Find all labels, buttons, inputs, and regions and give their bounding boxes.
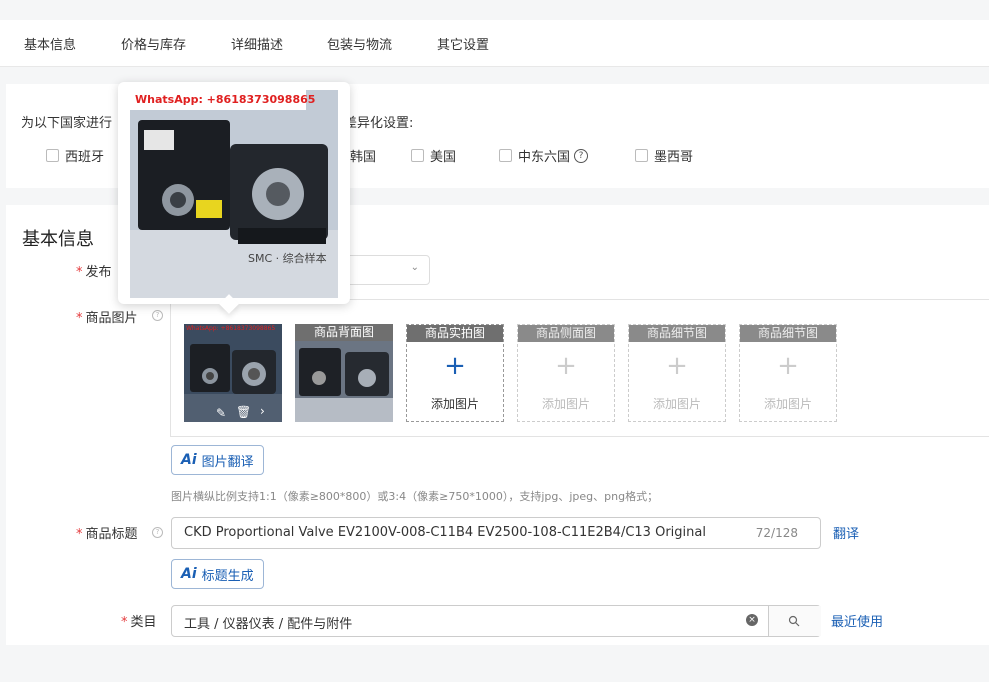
add-image-label: 添加图片 [541,397,590,411]
ai-icon: Ai [181,566,197,582]
add-image-label: 添加图片 [763,397,812,411]
checkbox[interactable] [499,149,512,162]
country-option-usa[interactable]: 美国 [411,146,456,165]
preview-photo: SMC · 综合样本 WhatsApp: +8618373098865 [130,90,338,298]
section-title: 基本信息 [22,229,94,250]
country-option-mexico[interactable]: 墨西哥 [635,146,693,165]
slot-heading: 商品实拍图 [407,325,503,342]
image-translate-button[interactable]: Ai 图片翻译 [171,445,264,475]
tab-basic-info[interactable]: 基本信息 [24,34,76,53]
char-count: 72/128 [755,526,798,540]
image-preview-popover: SMC · 综合样本 WhatsApp: +8618373098865 [118,82,350,304]
add-image-label: 添加图片 [430,397,479,411]
watermark-text: WhatsApp: +8618373098865 [135,93,316,106]
tab-packaging-logistics[interactable]: 包装与物流 [327,34,392,53]
category-value: 工具 / 仪器仪表 / 配件与附件 [184,617,353,632]
watermark-bar: WhatsApp: +8618373098865 [130,90,315,110]
button-label: 标题生成 [201,568,254,584]
publish-label: * 发布 [76,265,112,280]
plus-icon: + [777,351,799,381]
title-input-value: CKD Proportional Valve EV2100V-008-C11B4… [184,525,706,540]
trash-icon[interactable]: 🗑 [236,405,251,419]
checkbox[interactable] [635,149,648,162]
slot-heading: 商品侧面图 [518,325,614,342]
country-option-label: 韩国 [350,150,377,165]
help-icon[interactable]: ? [574,148,589,163]
category-input[interactable]: 工具 / 仪器仪表 / 配件与附件 × [171,605,821,637]
edit-icon[interactable]: ✎ [216,406,226,420]
clear-icon[interactable]: × [746,614,758,626]
tab-other-settings[interactable]: 其它设置 [437,34,489,53]
slot-heading: 商品背面图 [295,324,393,341]
country-option-label: 美国 [430,150,457,165]
photo-caption: SMC · 综合样本 [248,252,327,265]
title-label: * 商品标题 [76,527,138,542]
image-slot-real-shot[interactable]: 商品实拍图 + 添加图片 [406,324,504,422]
country-prompt-right: 差异化设置: [344,116,414,131]
image-slot-detail-2[interactable]: 商品细节图 + 添加图片 [739,324,837,422]
checkbox[interactable] [411,149,424,162]
product-photo [184,324,282,422]
watermark-text: WhatsApp: +8618373098865 [186,325,276,332]
search-button[interactable] [768,606,821,636]
title-generate-button[interactable]: Ai 标题生成 [171,559,264,589]
ai-icon: Ai [181,452,197,468]
plus-icon: + [666,351,688,381]
country-prompt-left: 为以下国家进行 [21,116,113,131]
image-slot-main[interactable]: WhatsApp: +8618373098865 ✎ 🗑 › [184,324,282,422]
plus-icon: + [555,351,577,381]
country-option-spain[interactable]: 西班牙 [46,146,104,165]
image-slot-side[interactable]: 商品侧面图 + 添加图片 [517,324,615,422]
tab-price-stock[interactable]: 价格与库存 [121,34,186,53]
chevron-down-icon: ⌄ [410,262,419,273]
image-slot-back[interactable]: 商品背面图 [295,324,393,422]
add-image-label: 添加图片 [652,397,701,411]
country-option-korea[interactable]: 韩国 [350,146,376,165]
tab-detail-description[interactable]: 详细描述 [231,34,283,53]
search-icon [788,615,800,627]
country-option-label: 墨西哥 [654,150,694,165]
images-label: * 商品图片 [76,311,138,326]
help-icon[interactable]: ? [152,527,163,538]
country-option-middle-east[interactable]: 中东六国 ? [499,146,589,165]
recent-used-link[interactable]: 最近使用 [831,611,883,630]
slot-heading: 商品细节图 [629,325,725,342]
plus-icon: + [444,351,466,381]
section-tabs: 基本信息 价格与库存 详细描述 包装与物流 其它设置 [0,20,989,67]
checkbox[interactable] [46,149,59,162]
category-label: * 类目 [121,615,157,630]
country-option-label: 西班牙 [65,150,105,165]
chevron-right-icon[interactable]: › [260,404,265,418]
help-icon[interactable]: ? [152,310,163,321]
button-label: 图片翻译 [201,454,254,470]
image-format-hint: 图片横纵比例支持1:1（像素≥800*800）或3:4（像素≥750*1000）… [171,490,659,503]
slot-heading: 商品细节图 [740,325,836,342]
translate-link[interactable]: 翻译 [833,523,859,542]
image-slot-detail-1[interactable]: 商品细节图 + 添加图片 [628,324,726,422]
title-input[interactable]: CKD Proportional Valve EV2100V-008-C11B4… [171,517,821,549]
country-option-label: 中东六国 [518,150,571,165]
publish-select[interactable]: ⌄ [336,255,430,285]
product-photo [130,90,338,298]
